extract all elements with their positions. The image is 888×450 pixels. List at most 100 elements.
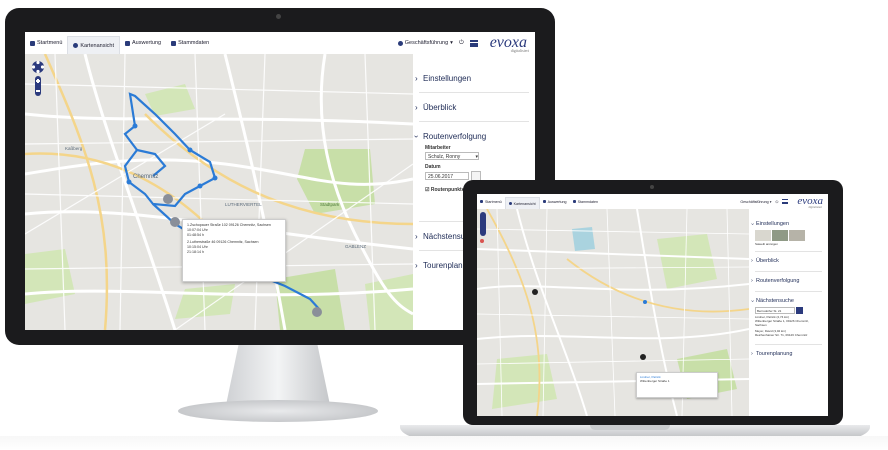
chevron-down-icon: › bbox=[411, 135, 421, 138]
map-canvas bbox=[25, 54, 413, 330]
laptop-map[interactable]: Lindner, Patrick Wittenberger Straße 1 bbox=[477, 209, 749, 416]
chevron-right-icon: › bbox=[751, 278, 753, 284]
divider bbox=[755, 291, 822, 292]
chevron-right-icon: › bbox=[415, 103, 418, 112]
power-icon[interactable]: ⏻ bbox=[459, 40, 464, 47]
book-icon bbox=[572, 200, 576, 203]
laptop: Startmenü Kartenansicht Auswertung Stamm… bbox=[463, 180, 843, 425]
desktop-screen: Startmenü Kartenansicht Auswertung Stamm… bbox=[25, 32, 535, 330]
nav-startmenu[interactable]: Startmenü bbox=[477, 194, 505, 209]
nav-kartenansicht[interactable]: Kartenansicht bbox=[67, 35, 121, 55]
sidebar-item-overview[interactable]: › Überblick bbox=[749, 258, 828, 264]
desktop-navbar: Startmenü Kartenansicht Auswertung Stamm… bbox=[25, 32, 535, 55]
nearest-results: Lindner, Patrick (2,74 km) Wittenberger … bbox=[755, 315, 821, 338]
person-marker bbox=[640, 354, 646, 360]
map-pan-zoom-control[interactable] bbox=[31, 60, 45, 105]
sidebar-item-route-tracking[interactable]: › Routenverfolgung bbox=[411, 132, 535, 141]
employee-popup: Lindner, Patrick Wittenberger Straße 1 bbox=[636, 372, 718, 398]
nav-label: Auswertung bbox=[132, 40, 162, 46]
caret-down-icon: ▾ bbox=[475, 154, 478, 160]
chevron-right-icon: › bbox=[415, 261, 418, 270]
map-zoom-control[interactable] bbox=[480, 212, 486, 236]
satellite-toggle[interactable]: Sateelit anzeigen bbox=[755, 242, 828, 246]
chart-icon bbox=[542, 200, 546, 203]
hamburger-icon[interactable] bbox=[469, 39, 478, 47]
popup-line: 10:07:04 Uhr bbox=[187, 228, 208, 232]
home-icon bbox=[30, 40, 35, 46]
chevron-down-icon: › bbox=[748, 223, 755, 225]
nav-kartenansicht[interactable]: Kartenansicht bbox=[504, 196, 540, 210]
chevron-right-icon: › bbox=[415, 74, 418, 83]
sidebar-item-settings[interactable]: › Einstellungen bbox=[413, 74, 535, 83]
nav-right: Geschäftsführung ▾ ⏻ evoxa digitalisiert bbox=[397, 32, 535, 54]
map-label-city: Chemnitz bbox=[133, 174, 159, 180]
map-label-park: Stadtpark bbox=[320, 202, 340, 207]
desktop-map[interactable]: Chemnitz LUTHERVIERTEL GABLENZ Stadtpark… bbox=[25, 54, 413, 330]
popup-line: 2.Lutherstraße 46 09126 Chemnitz, Sachse… bbox=[187, 240, 259, 244]
nav-label: Startmenü bbox=[37, 40, 63, 46]
caret-down-icon[interactable]: ▾ bbox=[450, 40, 453, 46]
laptop-base-notch bbox=[590, 425, 670, 430]
globe-icon bbox=[508, 202, 512, 205]
map-layer-thumbnails[interactable] bbox=[755, 230, 828, 241]
divider bbox=[419, 121, 529, 122]
date-label: Datum bbox=[425, 164, 441, 170]
chevron-down-icon: › bbox=[748, 300, 755, 302]
laptop-sidebar: › Einstellungen Sateelit anzeigen › Über… bbox=[749, 209, 828, 416]
popup-line: 1.Zschopauer Straße 102 09126 Chemnitz, … bbox=[187, 223, 271, 227]
map-label-district: Kaßberg bbox=[65, 146, 83, 151]
sidebar-item-route-tracking[interactable]: › Routenverfolgung bbox=[749, 278, 828, 284]
monitor-camera bbox=[276, 14, 281, 19]
nav-startmenu[interactable]: Startmenü bbox=[25, 32, 67, 54]
chart-icon bbox=[125, 40, 131, 46]
evoxa-logo: evoxa digitalisiert bbox=[797, 195, 823, 209]
globe-icon bbox=[73, 43, 79, 48]
nav-label: Stammdaten bbox=[178, 40, 210, 46]
user-icon bbox=[397, 40, 403, 46]
chevron-right-icon: › bbox=[751, 350, 753, 357]
laptop-screen: Startmenü Kartenansicht Auswertung Stamm… bbox=[477, 194, 828, 416]
nav-auswertung[interactable]: Auswertung bbox=[120, 32, 166, 54]
laptop-navbar: Startmenü Kartenansicht Auswertung Stamm… bbox=[477, 194, 828, 210]
home-icon bbox=[480, 200, 483, 203]
map-label-district: GABLENZ bbox=[345, 244, 367, 249]
sidebar-item-overview[interactable]: › Überblick bbox=[413, 103, 535, 112]
sidebar-item-tour-planning[interactable]: › Tourenplanung bbox=[749, 351, 828, 357]
divider bbox=[755, 343, 822, 345]
search-icon[interactable] bbox=[796, 307, 803, 314]
divider bbox=[755, 271, 822, 272]
sidebar-item-settings[interactable]: › Einstellungen bbox=[749, 221, 828, 227]
result-address: Wittenberger Straße 1, 09126 Chemnitz, S… bbox=[755, 318, 809, 327]
user-menu[interactable]: Geschäftsführung bbox=[740, 200, 768, 204]
laptop-camera bbox=[650, 185, 654, 189]
employee-select[interactable]: Schulz, Ronny ▾ bbox=[425, 152, 479, 160]
date-input[interactable]: 25.06.2017 bbox=[425, 172, 469, 180]
divider bbox=[419, 92, 529, 93]
nav-stammdaten[interactable]: Stammdaten bbox=[166, 32, 214, 54]
nearest-search-input[interactable]: Bernsdorfer St. 21 bbox=[755, 307, 795, 314]
divider bbox=[755, 251, 822, 252]
power-icon[interactable]: ⏻ bbox=[776, 200, 779, 204]
caret-down-icon[interactable]: ▾ bbox=[770, 200, 772, 204]
popup-line: 01:48:54 h bbox=[187, 233, 204, 237]
book-icon bbox=[171, 40, 177, 46]
hamburger-icon[interactable] bbox=[782, 199, 789, 204]
evoxa-logo: evoxa digitalisiert bbox=[489, 34, 529, 53]
person-marker bbox=[532, 289, 538, 295]
monitor-stand-neck bbox=[226, 345, 330, 405]
nav-right: Geschäftsführung ▾ ⏻ evoxa digitalisiert bbox=[740, 194, 828, 209]
route-info-popup: 1.Zschopauer Straße 102 09126 Chemnitz, … bbox=[182, 219, 286, 282]
popup-line: 10:15:04 Uhr bbox=[187, 245, 208, 249]
sidebar-item-nearest-search[interactable]: › Nächstensuche bbox=[749, 298, 828, 304]
result-address: Reichenhainer Str. 71, 09126 Chemnitz bbox=[755, 333, 808, 337]
popup-line: 21:18:14 h bbox=[187, 250, 204, 254]
nav-stammdaten[interactable]: Stammdaten bbox=[570, 194, 601, 209]
nav-label: Kartenansicht bbox=[80, 42, 115, 49]
chevron-right-icon: › bbox=[415, 232, 418, 241]
user-menu[interactable]: Geschäftsführung bbox=[405, 40, 448, 46]
chevron-right-icon: › bbox=[751, 258, 753, 264]
nav-auswertung[interactable]: Auswertung bbox=[540, 194, 570, 209]
floor-reflection bbox=[0, 436, 888, 450]
monitor-stand-base bbox=[178, 400, 378, 422]
map-label-district: LUTHERVIERTEL bbox=[225, 202, 262, 207]
